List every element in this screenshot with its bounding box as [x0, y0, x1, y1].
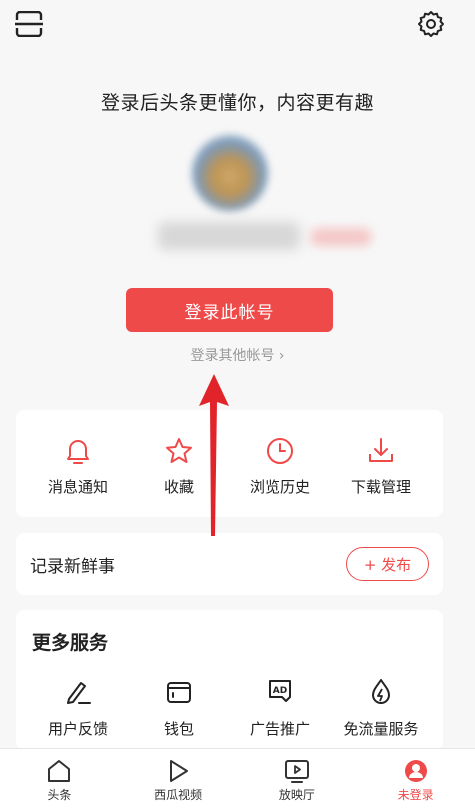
svg-text:AD: AD	[273, 686, 287, 696]
top-bar	[0, 0, 475, 50]
username-blurred	[158, 222, 300, 250]
settings-button[interactable]	[415, 8, 447, 40]
scan-icon	[15, 11, 43, 37]
bottom-nav: 头条 西瓜视频 放映厅 未登录	[0, 748, 475, 808]
service-label: 免流量服务	[343, 720, 419, 738]
more-services-card: 更多服务 用户反馈 钱包 AD 广告推广 免流量服务	[16, 610, 443, 750]
quick-action-label: 下载管理	[350, 478, 411, 496]
nav-home[interactable]: 头条	[14, 749, 104, 808]
quick-action-label: 收藏	[163, 478, 194, 496]
red-annotation-arrow	[199, 374, 229, 536]
post-button[interactable]: + 发布	[346, 547, 429, 581]
service-label: 钱包	[163, 720, 194, 738]
home-icon	[48, 760, 71, 782]
nav-label: 头条	[47, 788, 72, 802]
quick-action-notifications[interactable]: 消息通知	[28, 410, 128, 517]
nav-screening-hall[interactable]: 放映厅	[252, 749, 342, 808]
service-wallet[interactable]: 钱包	[129, 676, 229, 739]
more-services-title: 更多服务	[32, 632, 109, 654]
service-label: 广告推广	[249, 720, 310, 738]
nav-label: 放映厅	[278, 788, 315, 802]
quick-action-label: 浏览历史	[249, 478, 310, 496]
nav-label: 未登录	[397, 788, 434, 802]
services-row: 用户反馈 钱包 AD 广告推广 免流量服务	[16, 676, 443, 739]
ad-icon: AD	[269, 680, 291, 702]
bell-icon	[67, 440, 89, 464]
service-free-data[interactable]: 免流量服务	[331, 676, 431, 739]
nav-profile[interactable]: 未登录	[371, 749, 461, 808]
login-this-account-button[interactable]: 登录此帐号	[126, 288, 333, 332]
play-icon	[170, 760, 189, 782]
record-news-card[interactable]: 记录新鲜事 + 发布	[16, 533, 443, 595]
login-prompt-headline: 登录后头条更懂你，内容更有趣	[100, 92, 374, 114]
quick-action-history[interactable]: 浏览历史	[230, 410, 330, 517]
login-other-account-link[interactable]: 登录其他帐号 ›	[0, 345, 475, 365]
service-ads[interactable]: AD 广告推广	[230, 676, 330, 739]
nav-xigua-video[interactable]: 西瓜视频	[133, 749, 223, 808]
quick-action-label: 消息通知	[47, 478, 108, 496]
gear-icon	[418, 11, 444, 37]
tv-play-icon	[284, 760, 309, 783]
nav-label: 西瓜视频	[154, 788, 203, 802]
data-drop-icon	[372, 679, 390, 704]
record-news-label: 记录新鲜事	[30, 556, 115, 577]
service-feedback[interactable]: 用户反馈	[28, 676, 128, 739]
profile-icon	[404, 760, 427, 782]
avatar[interactable]	[192, 135, 268, 211]
clock-icon	[267, 438, 293, 464]
star-icon	[166, 438, 192, 463]
wallet-icon	[167, 682, 191, 703]
service-label: 用户反馈	[47, 720, 108, 738]
scan-button[interactable]	[12, 8, 46, 40]
download-icon	[369, 438, 393, 462]
user-badge-blurred	[310, 228, 372, 246]
pen-icon	[67, 682, 91, 704]
quick-action-downloads[interactable]: 下载管理	[331, 410, 431, 517]
